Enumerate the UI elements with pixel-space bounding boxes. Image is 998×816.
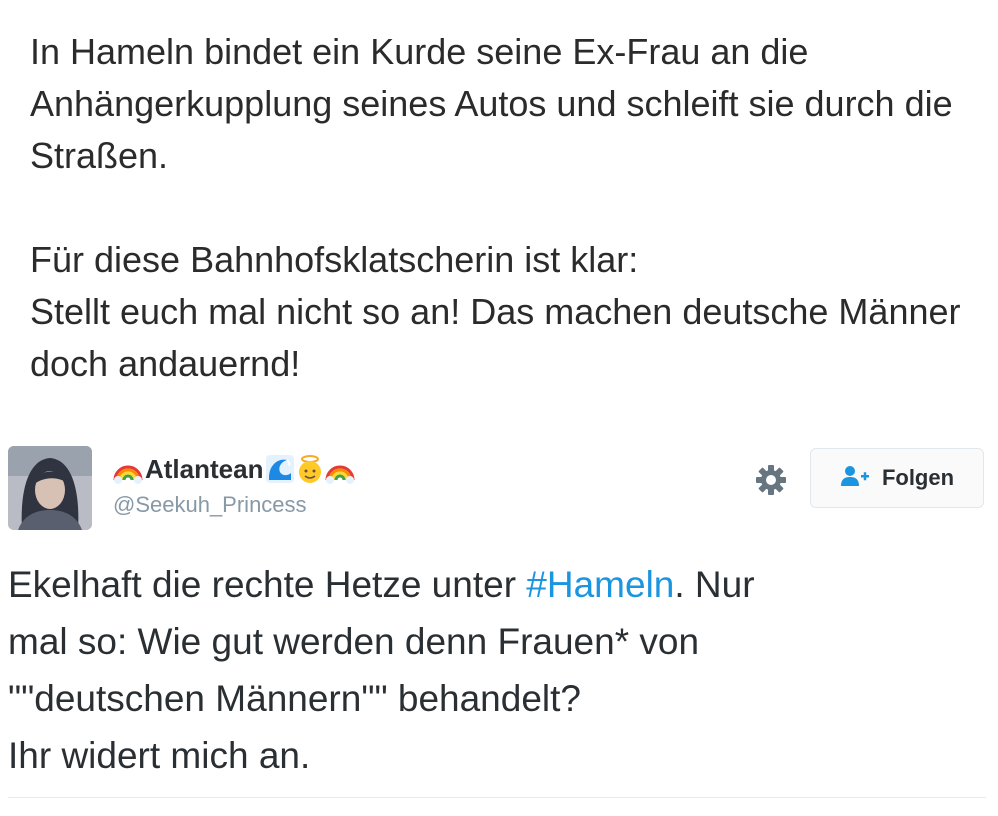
rainbow-icon	[325, 454, 355, 484]
tweet-author: Atlantean @Seekuh_Princess	[113, 452, 355, 518]
add-user-icon	[840, 465, 870, 492]
follow-button-label: Folgen	[881, 465, 955, 490]
hashtag-link[interactable]: #Hameln	[526, 564, 674, 605]
display-name[interactable]: Atlantean	[113, 452, 355, 486]
avatar[interactable]	[8, 446, 92, 530]
user-handle[interactable]: @Seekuh_Princess	[113, 492, 355, 518]
tweet-text-line: Ihr widert mich an.	[8, 735, 311, 776]
divider	[8, 797, 986, 798]
caption-line: Stellt euch mal nicht so an! Das machen …	[30, 291, 961, 384]
gear-icon[interactable]	[754, 463, 788, 497]
rainbow-icon	[113, 454, 143, 484]
caption-line: Für diese Bahnhofsklatscherin ist klar:	[30, 239, 639, 280]
follow-button[interactable]: Folgen	[810, 448, 984, 508]
caption-paragraph-2: Für diese Bahnhofsklatscherin ist klar: …	[30, 234, 980, 390]
post-caption: In Hameln bindet ein Kurde seine Ex-Frau…	[30, 26, 980, 390]
tweet-text-line: ""deutschen Männern"" behandelt?	[8, 678, 581, 719]
tweet-text-line: Ekelhaft die rechte Hetze unter #Hameln.…	[8, 556, 983, 613]
tweet-text: Ekelhaft die rechte Hetze unter #Hameln.…	[8, 556, 983, 784]
tweet-header: Atlantean @Seekuh_Princess Folgen	[8, 446, 990, 536]
tweet-text-segment: Ekelhaft die rechte Hetze unter	[8, 564, 527, 605]
display-name-text: Atlantean	[145, 453, 264, 484]
wave-icon	[265, 454, 295, 484]
caption-paragraph-1: In Hameln bindet ein Kurde seine Ex-Frau…	[30, 31, 953, 176]
tweet-text-line: mal so: Wie gut werden denn Frauen* von	[8, 621, 700, 662]
tweet-text-segment: . Nur	[674, 564, 755, 605]
angel-icon	[295, 454, 325, 484]
